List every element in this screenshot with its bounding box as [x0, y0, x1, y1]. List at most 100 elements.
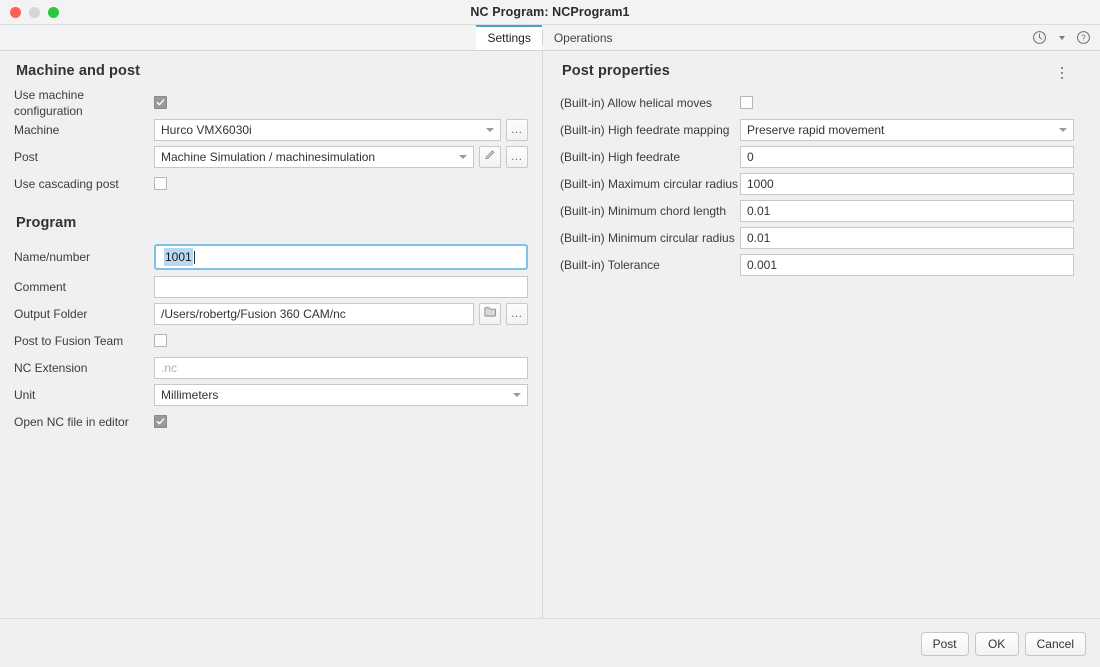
dialog-content: Machine and post Use machine configurati… — [0, 51, 1100, 667]
window-title: NC Program: NCProgram1 — [0, 5, 1100, 19]
post-properties-heading: Post properties — [562, 63, 670, 79]
post-select-value: Machine Simulation / machinesimulation — [161, 147, 375, 167]
text-caret — [194, 251, 195, 264]
nc-extension-input[interactable]: .nc — [154, 357, 528, 379]
close-button[interactable] — [10, 7, 21, 18]
post-button[interactable]: Post — [921, 632, 969, 656]
minimum-circular-radius-input[interactable]: 0.01 — [740, 227, 1074, 249]
checkbox-use-cascading-post[interactable] — [154, 177, 167, 190]
tab-bar: Settings Operations ? — [0, 25, 1100, 51]
window-controls — [10, 7, 59, 18]
label-post: Post — [14, 149, 154, 165]
machine-select-value: Hurco VMX6030i — [161, 120, 252, 140]
post-select[interactable]: Machine Simulation / machinesimulation — [154, 146, 474, 168]
label-machine: Machine — [14, 122, 154, 138]
chevron-down-icon — [459, 155, 467, 159]
label-open-nc-file-in-editor: Open NC file in editor — [14, 414, 154, 430]
row-high-feedrate: (Built-in) High feedrate 0 — [560, 143, 1074, 170]
clock-history-icon[interactable] — [1031, 29, 1048, 46]
checkbox-open-nc-file-in-editor[interactable] — [154, 415, 167, 428]
row-comment: Comment — [14, 273, 528, 300]
kebab-menu-icon[interactable] — [1054, 63, 1070, 83]
row-nc-extension: NC Extension .nc — [14, 354, 528, 381]
unit-select-value: Millimeters — [161, 385, 218, 405]
row-minimum-chord-length: (Built-in) Minimum chord length 0.01 — [560, 197, 1074, 224]
output-folder-input[interactable]: /Users/robertg/Fusion 360 CAM/nc — [154, 303, 474, 325]
chevron-down-icon — [486, 128, 494, 132]
label-unit: Unit — [14, 387, 154, 403]
label-minimum-circular-radius: (Built-in) Minimum circular radius — [560, 230, 740, 246]
post-edit-button[interactable] — [479, 146, 501, 168]
checkbox-allow-helical-moves[interactable] — [740, 96, 753, 109]
tolerance-input[interactable]: 0.001 — [740, 254, 1074, 276]
row-output-folder: Output Folder /Users/robertg/Fusion 360 … — [14, 300, 528, 327]
row-name-number: Name/number 1001 — [14, 241, 528, 273]
name-number-input[interactable]: 1001 — [157, 247, 525, 267]
label-name-number: Name/number — [14, 249, 154, 265]
settings-pane: Machine and post Use machine configurati… — [0, 51, 543, 618]
output-folder-open-button[interactable] — [479, 303, 501, 325]
name-number-value: 1001 — [164, 247, 193, 267]
chevron-down-icon — [1059, 128, 1067, 132]
tab-settings[interactable]: Settings — [476, 25, 541, 50]
help-circle-icon[interactable]: ? — [1075, 29, 1092, 46]
checkbox-post-to-fusion-team[interactable] — [154, 334, 167, 347]
label-comment: Comment — [14, 279, 154, 295]
label-maximum-circular-radius: (Built-in) Maximum circular radius — [560, 176, 740, 192]
minimum-circular-radius-value: 0.01 — [747, 228, 770, 248]
dialog-footer: Post OK Cancel — [0, 621, 1100, 667]
chevron-down-icon[interactable] — [1053, 29, 1070, 46]
cancel-button[interactable]: Cancel — [1025, 632, 1086, 656]
post-browse-button[interactable]: … — [506, 146, 528, 168]
high-feedrate-value: 0 — [747, 147, 754, 167]
program-heading: Program — [16, 215, 528, 231]
zoom-button[interactable] — [48, 7, 59, 18]
checkbox-use-machine-configuration[interactable] — [154, 96, 167, 109]
minimize-button[interactable] — [29, 7, 40, 18]
nc-program-dialog: NC Program: NCProgram1 Settings Operatio… — [0, 0, 1100, 667]
title-bar: NC Program: NCProgram1 — [0, 0, 1100, 25]
maximum-circular-radius-value: 1000 — [747, 174, 774, 194]
row-open-nc-file-in-editor: Open NC file in editor — [14, 408, 528, 435]
machine-and-post-heading: Machine and post — [16, 63, 528, 79]
label-use-machine-configuration: Use machine configuration — [14, 87, 154, 119]
name-number-field-wrapper[interactable]: 1001 — [154, 244, 528, 270]
high-feedrate-mapping-select[interactable]: Preserve rapid movement — [740, 119, 1074, 141]
unit-select[interactable]: Millimeters — [154, 384, 528, 406]
ellipsis-icon: … — [511, 125, 524, 134]
row-allow-helical-moves: (Built-in) Allow helical moves — [560, 89, 1074, 116]
output-folder-browse-button[interactable]: … — [506, 303, 528, 325]
label-minimum-chord-length: (Built-in) Minimum chord length — [560, 203, 740, 219]
panes: Machine and post Use machine configurati… — [0, 51, 1100, 619]
tab-operations-label: Operations — [554, 31, 613, 45]
label-high-feedrate: (Built-in) High feedrate — [560, 149, 740, 165]
high-feedrate-input[interactable]: 0 — [740, 146, 1074, 168]
row-high-feedrate-mapping: (Built-in) High feedrate mapping Preserv… — [560, 116, 1074, 143]
minimum-chord-length-input[interactable]: 0.01 — [740, 200, 1074, 222]
maximum-circular-radius-input[interactable]: 1000 — [740, 173, 1074, 195]
ellipsis-icon: … — [511, 152, 524, 161]
chevron-down-icon — [513, 393, 521, 397]
row-minimum-circular-radius: (Built-in) Minimum circular radius 0.01 — [560, 224, 1074, 251]
tolerance-value: 0.001 — [747, 255, 777, 275]
ok-button[interactable]: OK — [975, 632, 1019, 656]
high-feedrate-mapping-value: Preserve rapid movement — [747, 120, 884, 140]
label-post-to-fusion-team: Post to Fusion Team — [14, 333, 154, 349]
row-unit: Unit Millimeters — [14, 381, 528, 408]
pencil-icon — [484, 149, 496, 164]
label-allow-helical-moves: (Built-in) Allow helical moves — [560, 95, 740, 111]
machine-select[interactable]: Hurco VMX6030i — [154, 119, 501, 141]
row-use-cascading-post: Use cascading post — [14, 170, 528, 197]
machine-browse-button[interactable]: … — [506, 119, 528, 141]
tab-list: Settings Operations — [476, 25, 623, 50]
post-properties-pane: Post properties (Built-in) Allow helical… — [543, 51, 1100, 618]
folder-icon — [484, 306, 497, 321]
tab-operations[interactable]: Operations — [543, 25, 624, 50]
row-use-machine-configuration: Use machine configuration — [14, 89, 528, 116]
label-output-folder: Output Folder — [14, 306, 154, 322]
tab-bar-actions: ? — [1031, 25, 1092, 50]
row-machine: Machine Hurco VMX6030i … — [14, 116, 528, 143]
tab-settings-label: Settings — [487, 31, 530, 45]
comment-input[interactable] — [154, 276, 528, 298]
label-use-cascading-post: Use cascading post — [14, 176, 154, 192]
